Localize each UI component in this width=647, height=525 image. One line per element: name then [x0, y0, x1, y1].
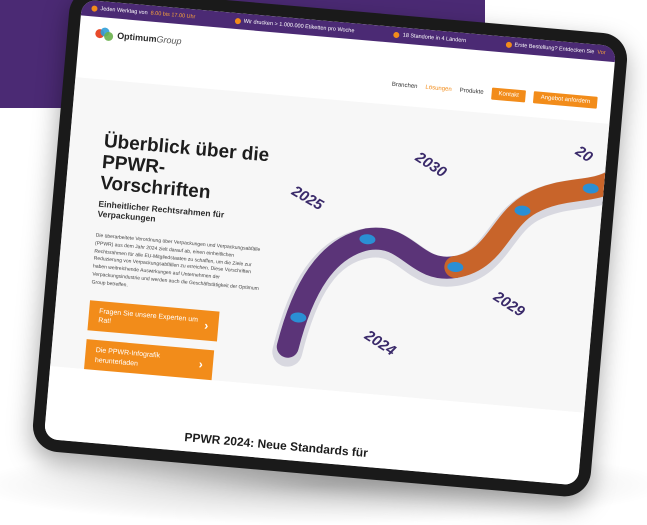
- topbar-locations: 18 Standorte in 4 Ländern: [393, 31, 467, 45]
- contact-button[interactable]: Kontakt: [490, 87, 527, 103]
- tablet-screen: Jeden Werktag von 8.00 bis 17.00 Uhr Wir…: [43, 0, 617, 486]
- page-title: Überblick über die PPWR-Vorschriften: [99, 130, 271, 204]
- topbar-locations-text: 18 Standorte in 4 Ländern: [402, 32, 467, 45]
- request-quote-button[interactable]: Angebot anfordern: [533, 91, 598, 109]
- ppwr-timeline-graphic: 2025 2024 2030 2029 20: [256, 125, 617, 394]
- topbar-hours-value: 8.00 bis 17.00 Uhr: [150, 10, 196, 21]
- ask-experts-label: Fragen Sie unsere Experten um Rat!: [97, 308, 199, 326]
- clock-icon: [91, 5, 98, 12]
- hero-content: Überblick über die PPWR-Vorschriften Ein…: [83, 130, 274, 385]
- topbar-first-order-text: Erste Bestellung? Entdecken Sie: [514, 42, 595, 56]
- topbar-first-order-link[interactable]: Vor: [597, 50, 606, 57]
- company-logo[interactable]: OptimumGroup: [94, 27, 182, 48]
- topbar-hours-prefix: Jeden Werktag von: [100, 6, 148, 17]
- nav-item-branchen[interactable]: Branchen: [392, 82, 418, 90]
- location-icon: [393, 31, 401, 39]
- chevron-right-icon: ›: [203, 317, 209, 333]
- hero-description: Die überarbeitete Verordnung über Verpac…: [91, 232, 261, 292]
- download-infographic-label: Die PPWR-Infografik herunterladen: [94, 347, 161, 368]
- logo-mark-icon: [94, 27, 114, 43]
- hero-section: Überblick über die PPWR-Vorschriften Ein…: [50, 77, 617, 413]
- nav-item-loesungen[interactable]: Lösungen: [425, 85, 452, 93]
- cart-icon: [505, 41, 512, 49]
- tablet-device: Jeden Werktag von 8.00 bis 17.00 Uhr Wir…: [30, 0, 630, 499]
- nav-item-produkte[interactable]: Produkte: [459, 88, 483, 96]
- ask-experts-button[interactable]: Fragen Sie unsere Experten um Rat! ›: [87, 300, 220, 343]
- main-nav: Branchen Lösungen Produkte Kontakt Angeb…: [391, 79, 598, 109]
- logo-text: OptimumGroup: [116, 30, 182, 47]
- section-title: PPWR 2024: Neue Standards für: [183, 430, 369, 461]
- chevron-right-icon: ›: [198, 356, 204, 372]
- label-icon: [234, 17, 242, 25]
